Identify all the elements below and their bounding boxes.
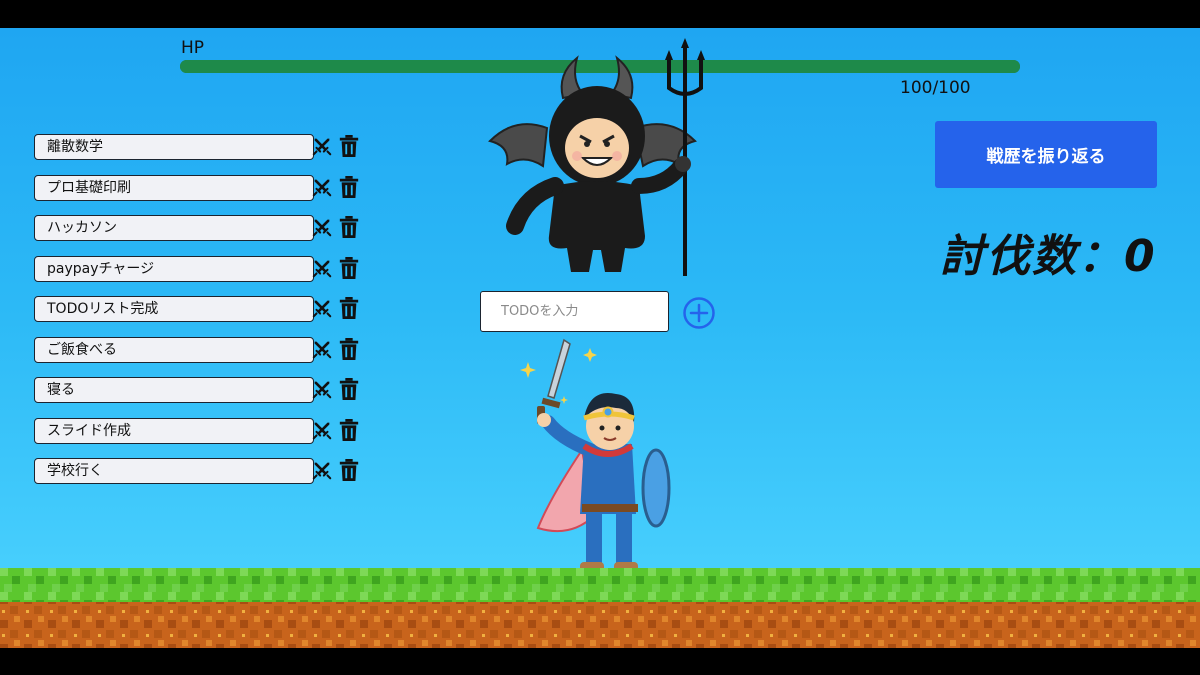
trash-icon[interactable]: [338, 256, 360, 280]
todo-row: プロ基礎印刷: [34, 174, 364, 201]
todo-item-label[interactable]: 学校行く: [34, 458, 314, 484]
kill-count: 討伐数：0: [940, 231, 1157, 282]
crossed-swords-icon[interactable]: [311, 338, 333, 360]
hp-label: HP: [181, 38, 205, 58]
crossed-swords-icon[interactable]: [311, 216, 333, 238]
devil-enemy: [488, 38, 705, 276]
trash-icon[interactable]: [338, 418, 360, 442]
todo-row: ご飯食べる: [34, 336, 364, 363]
game-screen: HP 100/100 離散数学 プロ基礎印刷 ハッカソン paypayチャージ …: [0, 0, 1200, 675]
todo-row: 寝る: [34, 377, 364, 403]
todo-row: paypayチャージ: [34, 255, 364, 282]
todo-row: 学校行く: [34, 458, 364, 484]
trash-icon[interactable]: [338, 337, 360, 361]
plus-circle-icon[interactable]: [682, 296, 716, 330]
todo-row: ハッカソン: [34, 215, 364, 241]
todo-item-label[interactable]: paypayチャージ: [34, 255, 314, 282]
crossed-swords-icon[interactable]: [311, 459, 333, 481]
sky-background: HP 100/100 離散数学 プロ基礎印刷 ハッカソン paypayチャージ …: [0, 28, 1200, 648]
crossed-swords-icon[interactable]: [311, 135, 333, 157]
crossed-swords-icon[interactable]: [311, 297, 333, 319]
crossed-swords-icon[interactable]: [311, 419, 333, 441]
todo-item-label[interactable]: ご飯食べる: [34, 336, 314, 363]
todo-row: スライド作成: [34, 417, 364, 444]
todo-item-label[interactable]: スライド作成: [34, 417, 314, 444]
hero-player: [520, 338, 671, 574]
crossed-swords-icon[interactable]: [311, 257, 333, 279]
todo-item-label[interactable]: 寝る: [34, 377, 314, 403]
todo-row: TODOリスト完成: [34, 296, 364, 322]
trash-icon[interactable]: [338, 458, 360, 482]
todo-item-label[interactable]: プロ基礎印刷: [34, 174, 314, 201]
trash-icon[interactable]: [338, 175, 360, 199]
hp-value: 100/100: [900, 78, 971, 98]
trash-icon[interactable]: [338, 296, 360, 320]
crossed-swords-icon[interactable]: [311, 378, 333, 400]
pixel-ground: [0, 568, 1200, 648]
todo-row: 離散数学: [34, 134, 364, 160]
todo-item-label[interactable]: 離散数学: [34, 134, 314, 160]
crossed-swords-icon[interactable]: [311, 176, 333, 198]
todo-input[interactable]: [480, 291, 669, 332]
trash-icon[interactable]: [338, 134, 360, 158]
trash-icon[interactable]: [338, 377, 360, 401]
history-button[interactable]: 戦歴を振り返る: [935, 121, 1157, 188]
trash-icon[interactable]: [338, 215, 360, 239]
todo-item-label[interactable]: ハッカソン: [34, 215, 314, 241]
todo-item-label[interactable]: TODOリスト完成: [34, 296, 314, 322]
